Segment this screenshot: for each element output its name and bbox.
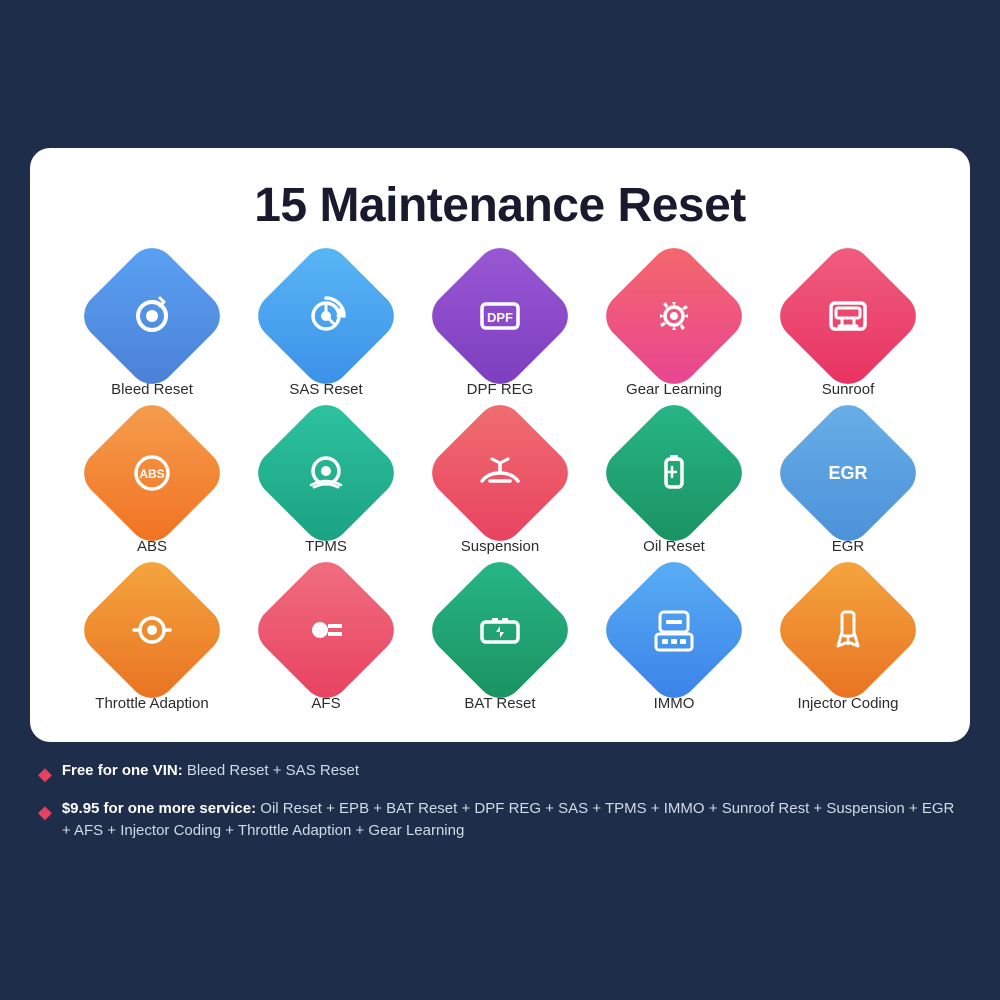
oil-reset-icon <box>639 438 709 508</box>
sunroof-icon-bg <box>770 238 926 394</box>
white-card: 15 Maintenance Reset Bleed Reset <box>30 148 970 742</box>
dpf-reg-icon: DPF <box>465 281 535 351</box>
dpf-reg-icon-bg: DPF <box>422 238 578 394</box>
egr-icon: EGR <box>813 438 883 508</box>
info-row-1-normal: Bleed Reset + SAS Reset <box>183 762 359 779</box>
bleed-reset-icon <box>117 281 187 351</box>
icon-item-sunroof: Sunroof <box>766 261 930 398</box>
immo-icon-bg <box>596 552 752 708</box>
svg-text:EGR: EGR <box>828 463 867 483</box>
icon-item-tpms: TPMS <box>244 418 408 555</box>
icon-item-afs: AFS <box>244 575 408 712</box>
abs-icon-bg: ABS <box>74 395 230 551</box>
tpms-icon <box>291 438 361 508</box>
icon-item-suspension: Suspension <box>418 418 582 555</box>
info-section: ◆ Free for one VIN: Bleed Reset + SAS Re… <box>30 760 970 853</box>
suspension-icon <box>465 438 535 508</box>
egr-icon-bg: EGR <box>770 395 926 551</box>
info-row-1-text: Free for one VIN: Bleed Reset + SAS Rese… <box>62 760 359 783</box>
svg-text:ABS: ABS <box>139 467 164 481</box>
immo-icon <box>639 595 709 665</box>
icons-grid: Bleed Reset SAS Reset <box>70 261 930 712</box>
sas-reset-icon-bg <box>248 238 404 394</box>
info-row-1: ◆ Free for one VIN: Bleed Reset + SAS Re… <box>38 760 962 788</box>
suspension-icon-bg <box>422 395 578 551</box>
bleed-reset-icon-bg <box>74 238 230 394</box>
sunroof-icon <box>813 281 883 351</box>
gear-learning-icon <box>639 281 709 351</box>
abs-icon: ABS <box>117 438 187 508</box>
injector-coding-icon-bg <box>770 552 926 708</box>
info-row-1-bold: Free for one VIN: <box>62 762 183 779</box>
throttle-adaption-icon-bg <box>74 552 230 708</box>
icon-item-bleed-reset: Bleed Reset <box>70 261 234 398</box>
oil-reset-icon-bg <box>596 395 752 551</box>
tpms-icon-bg <box>248 395 404 551</box>
icon-item-oil-reset: Oil Reset <box>592 418 756 555</box>
injector-coding-icon <box>813 595 883 665</box>
info-row-2-bold: $9.95 for one more service: <box>62 800 256 817</box>
icon-item-dpf-reg: DPF DPF REG <box>418 261 582 398</box>
throttle-adaption-icon <box>117 595 187 665</box>
diamond-bullet-1: ◆ <box>38 761 52 788</box>
svg-text:DPF: DPF <box>487 310 513 325</box>
icon-item-immo: IMMO <box>592 575 756 712</box>
info-row-2: ◆ $9.95 for one more service: Oil Reset … <box>38 798 962 843</box>
icon-item-sas-reset: SAS Reset <box>244 261 408 398</box>
outer-container: 15 Maintenance Reset Bleed Reset <box>20 20 980 980</box>
icon-item-egr: EGR EGR <box>766 418 930 555</box>
afs-icon <box>291 595 361 665</box>
diamond-bullet-2: ◆ <box>38 799 52 826</box>
icon-item-injector-coding: Injector Coding <box>766 575 930 712</box>
icon-item-throttle-adaption: Throttle Adaption <box>70 575 234 712</box>
sas-reset-icon <box>291 281 361 351</box>
page-title: 15 Maintenance Reset <box>70 178 930 233</box>
bat-reset-icon-bg <box>422 552 578 708</box>
icon-item-bat-reset: BAT Reset <box>418 575 582 712</box>
icon-item-gear-learning: Gear Learning <box>592 261 756 398</box>
afs-icon-bg <box>248 552 404 708</box>
gear-learning-icon-bg <box>596 238 752 394</box>
bat-reset-icon <box>465 595 535 665</box>
info-row-2-text: $9.95 for one more service: Oil Reset + … <box>62 798 962 843</box>
icon-item-abs: ABS ABS <box>70 418 234 555</box>
